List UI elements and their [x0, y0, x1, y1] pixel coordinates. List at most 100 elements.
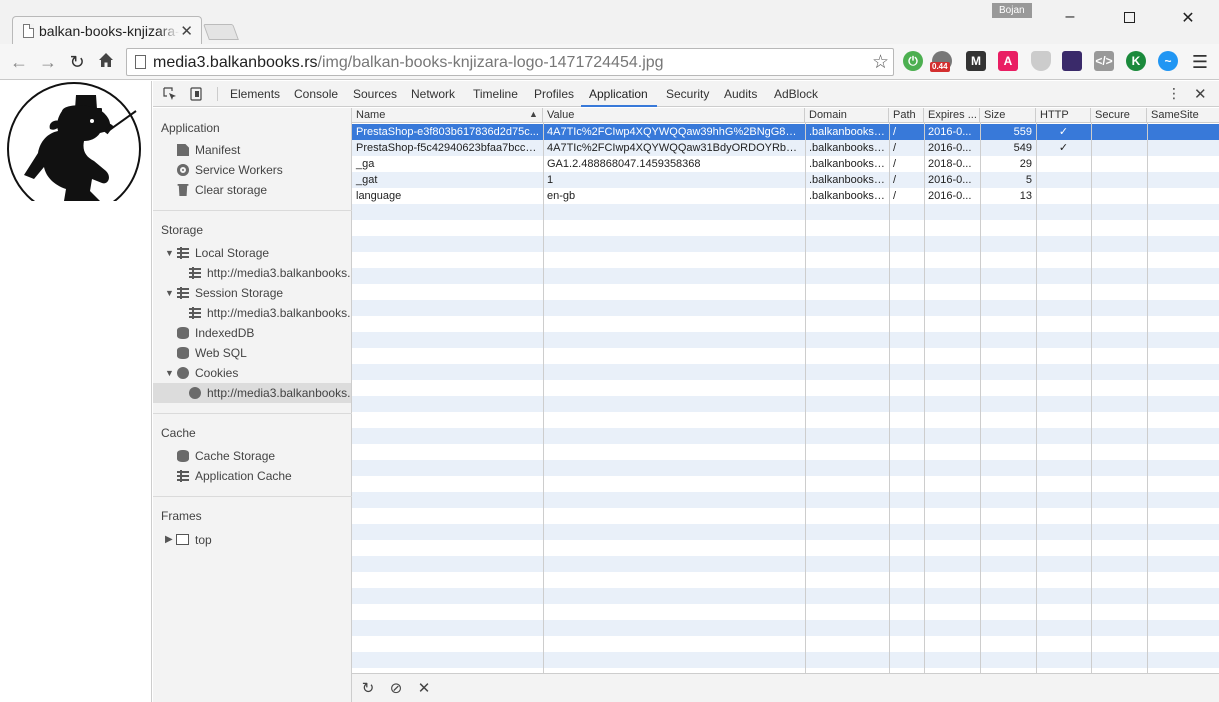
table-row[interactable]: _ga GA1.2.488868047.1459358368 .balkanbook…: [352, 156, 1219, 172]
sidebar-item-session-storage-origin[interactable]: http://media3.balkanbooks.: [153, 303, 351, 323]
section-divider: [153, 496, 352, 497]
chrome-menu-icon[interactable]: ☰: [1189, 52, 1211, 72]
sidebar-item-indexeddb[interactable]: IndexedDB: [153, 323, 351, 343]
bookmark-star-icon[interactable]: ☆: [872, 51, 889, 74]
extension-green-icon[interactable]: ⏻: [903, 51, 923, 71]
empty-row: [352, 268, 1219, 284]
empty-row: [352, 332, 1219, 348]
extension-purple-icon[interactable]: [1062, 51, 1082, 71]
tab-network[interactable]: Network: [411, 87, 455, 101]
extension-code-icon[interactable]: </>: [1094, 51, 1114, 71]
extension-k-icon[interactable]: K: [1126, 51, 1146, 71]
database-icon: [177, 327, 189, 339]
column-divider: [924, 123, 925, 673]
new-tab-button[interactable]: [203, 24, 239, 40]
tab-profiles[interactable]: Profiles: [534, 87, 574, 101]
expand-triangle-icon[interactable]: ▼: [165, 283, 174, 303]
column-divider: [980, 123, 981, 673]
sidebar-item-cookies-origin[interactable]: http://media3.balkanbooks.: [153, 383, 351, 403]
extension-m-icon[interactable]: M: [966, 51, 986, 71]
table-cell: .balkanbooks.rs: [809, 158, 887, 170]
column-divider: [889, 123, 890, 673]
cookie-icon: [177, 367, 189, 379]
tab-audits[interactable]: Audits: [724, 87, 757, 101]
column-header-expires[interactable]: Expires ...: [924, 108, 980, 123]
home-icon[interactable]: [95, 52, 117, 72]
column-header-samesite[interactable]: SameSite: [1147, 108, 1219, 123]
empty-row: [352, 364, 1219, 380]
expand-triangle-icon[interactable]: ▼: [165, 363, 174, 383]
reload-icon[interactable]: ↻: [66, 52, 88, 72]
more-options-icon[interactable]: ⋮: [1167, 85, 1181, 102]
sidebar-item-service-workers[interactable]: Service Workers: [153, 160, 351, 180]
table-cell: ✓: [1058, 126, 1069, 138]
device-toolbar-icon[interactable]: [189, 87, 203, 101]
close-devtools-icon[interactable]: ✕: [1194, 85, 1207, 103]
active-tab-indicator: [581, 105, 657, 107]
expand-triangle-icon[interactable]: ▶: [165, 530, 173, 550]
column-header-secure[interactable]: Secure: [1091, 108, 1147, 123]
table-row[interactable]: PrestaShop-e3f803b617836d2d75c... 4A7TIc%…: [352, 124, 1219, 140]
table-row[interactable]: _gat 1 .balkanbooks.rs / 2016-0... 5: [352, 172, 1219, 188]
sidebar-item-local-storage-origin[interactable]: http://media3.balkanbooks.: [153, 263, 351, 283]
table-cell: 4A7TIc%2FCIwp4XQYWQQaw39hhG%2BNgG81hb...: [547, 126, 805, 138]
maximize-icon[interactable]: [1117, 10, 1141, 28]
close-tab-icon[interactable]: ✕: [180, 22, 193, 40]
table-body: PrestaShop-e3f803b617836d2d75c... 4A7TIc%…: [352, 124, 1219, 673]
url-text[interactable]: media3.balkanbooks.rs/img/balkan-books-k…: [153, 54, 664, 72]
tab-elements[interactable]: Elements: [230, 87, 280, 101]
expand-triangle-icon[interactable]: ▼: [165, 243, 174, 263]
tab-application[interactable]: Application: [589, 87, 648, 101]
back-arrow-icon[interactable]: ←: [8, 52, 30, 72]
extension-shield-icon[interactable]: [1031, 51, 1051, 71]
cookies-table: Name ▲ Value Domain Path Expires ... Siz…: [352, 108, 1219, 673]
table-row[interactable]: PrestaShop-f5c42940623bfaa7bcc5... 4A7TIc…: [352, 140, 1219, 156]
page-info-icon[interactable]: [135, 55, 146, 69]
extension-pulse-icon[interactable]: ~: [1158, 51, 1178, 71]
column-header-name[interactable]: Name: [352, 108, 543, 123]
inspect-element-icon[interactable]: [163, 87, 177, 101]
table-cell: 2016-0...: [928, 190, 972, 202]
close-window-icon[interactable]: ✕: [1176, 8, 1200, 28]
sidebar-item-websql[interactable]: Web SQL: [153, 343, 351, 363]
extension-speed-icon[interactable]: 0.44: [930, 51, 952, 72]
column-header-size[interactable]: Size: [980, 108, 1036, 123]
column-header-domain[interactable]: Domain: [805, 108, 889, 123]
column-header-http[interactable]: HTTP: [1036, 108, 1091, 123]
sidebar-item-cache-storage[interactable]: Cache Storage: [153, 446, 351, 466]
grid-icon: [177, 247, 189, 259]
address-bar[interactable]: media3.balkanbooks.rs/img/balkan-books-k…: [126, 48, 894, 76]
extension-a-icon[interactable]: A: [998, 51, 1018, 71]
table-row[interactable]: language en-gb .balkanbooks.rs / 2016-0... 13: [352, 188, 1219, 204]
tab-console[interactable]: Console: [294, 87, 338, 101]
empty-row: [352, 284, 1219, 300]
empty-row: [352, 588, 1219, 604]
sidebar-item-application-cache[interactable]: Application Cache: [153, 466, 351, 486]
sidebar-item-cookies[interactable]: ▼ Cookies: [153, 363, 351, 383]
column-header-value[interactable]: Value: [543, 108, 805, 123]
sidebar-item-frame-top[interactable]: ▶ top: [153, 530, 351, 550]
sidebar-item-manifest[interactable]: Manifest: [153, 140, 351, 160]
table-cell: [1147, 124, 1219, 140]
clear-all-icon[interactable]: ⊘: [387, 679, 405, 697]
profile-button[interactable]: Bojan: [992, 3, 1032, 18]
trash-icon: [177, 184, 189, 196]
sidebar-item-local-storage[interactable]: ▼ Local Storage: [153, 243, 351, 263]
empty-row: [352, 492, 1219, 508]
tab-timeline[interactable]: Timeline: [473, 87, 518, 101]
tab-adblock[interactable]: AdBlock: [774, 87, 818, 101]
table-cell: .balkanbooks.rs: [809, 126, 887, 138]
tab-sources[interactable]: Sources: [353, 87, 397, 101]
section-cache: Cache: [161, 426, 196, 440]
minimize-icon[interactable]: –: [1058, 8, 1082, 26]
sidebar-item-clear-storage[interactable]: Clear storage: [153, 180, 351, 200]
column-header-path[interactable]: Path: [889, 108, 924, 123]
table-cell: 549: [1013, 142, 1032, 154]
refresh-icon[interactable]: ↻: [359, 679, 377, 697]
delete-selected-icon[interactable]: ✕: [415, 679, 433, 697]
browser-tab[interactable]: balkan-books-knjizara-logo-1471724454.jp…: [12, 16, 202, 44]
forward-arrow-icon[interactable]: →: [37, 52, 59, 72]
tab-security[interactable]: Security: [666, 87, 709, 101]
sidebar-item-session-storage[interactable]: ▼ Session Storage: [153, 283, 351, 303]
table-cell: GA1.2.488868047.1459358368: [547, 158, 701, 170]
